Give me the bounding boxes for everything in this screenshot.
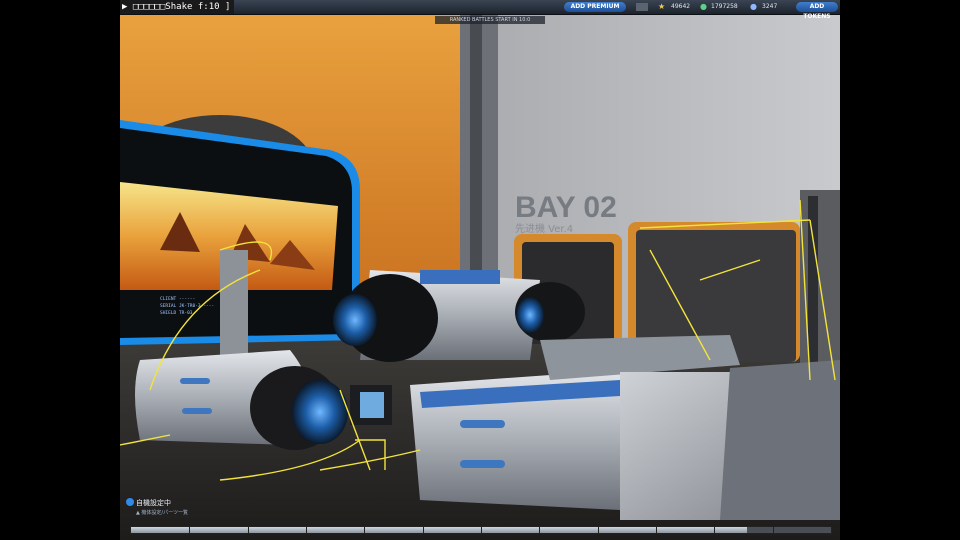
bottom-status: 自機設定中 — [126, 498, 171, 508]
game-viewport[interactable]: BAY 02 先进機 Ver.4 CLIENT ------ SERIAL JK… — [120, 0, 840, 540]
stat-b-value: 1797258 — [711, 3, 738, 10]
add-premium-button[interactable]: ADD PREMIUM — [564, 2, 626, 12]
svg-text:SHIELD TR-03: SHIELD TR-03 — [160, 310, 193, 316]
timeline-fill — [131, 527, 747, 533]
stat-a-value: 49642 — [671, 3, 691, 10]
star-icon: ★ — [658, 2, 666, 11]
svg-text:SERIAL JK-TR0-3 ----: SERIAL JK-TR0-3 ---- — [160, 303, 214, 309]
timeline-tick — [772, 526, 774, 533]
timeline-tick — [597, 526, 599, 533]
timeline-tick — [364, 526, 366, 533]
timeline-tick — [247, 526, 249, 533]
bay-label: BAY 02 — [515, 191, 617, 224]
timeline-tick — [656, 526, 657, 533]
tokens-icon: ● — [750, 2, 757, 11]
timeline-tick — [539, 526, 541, 533]
stat-c-value: 3247 — [762, 3, 778, 10]
premium-status-icon — [636, 3, 648, 11]
bay-sublabel: 先进機 Ver.4 — [515, 222, 573, 235]
ranked-battles-ticker: RANKED BATTLES START IN 10:0 — [435, 16, 545, 24]
add-tokens-button[interactable]: ADD TOKENS — [796, 2, 838, 20]
debug-overlay: ▶ □□□□□□Shake f:10 ] — [120, 0, 235, 14]
timeline-tick — [422, 526, 424, 533]
timeline-tick — [189, 526, 191, 533]
status-dot-icon — [126, 498, 134, 506]
timeline-tick — [714, 526, 716, 533]
svg-text:CLIENT ------: CLIENT ------ — [160, 296, 195, 302]
timeline-tick — [306, 526, 307, 533]
timeline-tick — [481, 526, 482, 533]
credits-icon: ● — [700, 2, 707, 11]
hangar-scene: BAY 02 先进機 Ver.4 CLIENT ------ SERIAL JK… — [120, 14, 840, 540]
bottom-status-label: 自機設定中 — [136, 499, 171, 507]
bottom-status-sub: ▲ 機体設定/パーツ一覧 — [136, 510, 189, 516]
